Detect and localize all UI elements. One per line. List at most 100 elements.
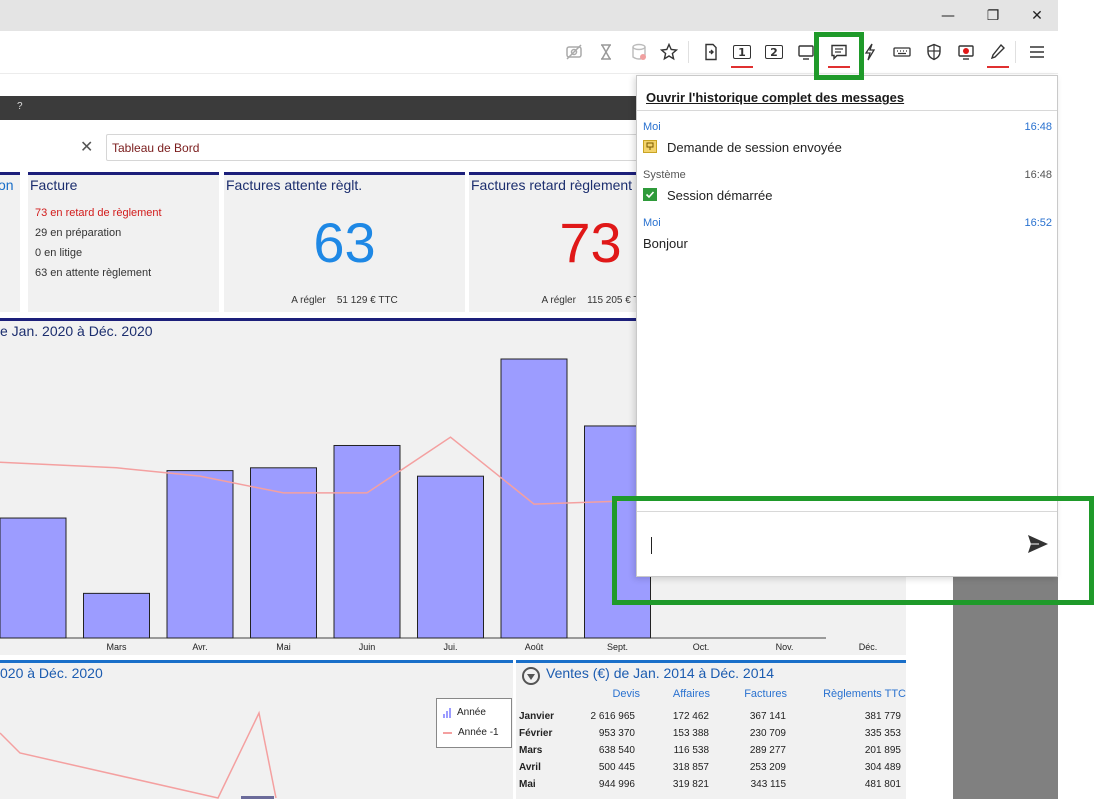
legend-item-annee: Année <box>443 707 486 718</box>
monitor-2-label: 2 <box>765 45 783 59</box>
retard-amount: 115 205 € T <box>587 295 640 306</box>
card-partial-title: on <box>0 177 14 193</box>
shield-icon[interactable] <box>921 39 947 65</box>
attente-footer: A régler 51 129 € TTC <box>224 295 465 306</box>
chart-bar <box>333 444 401 639</box>
table-cell: 153 388 <box>672 728 709 739</box>
table-cell: 289 277 <box>749 745 786 756</box>
line-swatch-icon <box>443 731 452 734</box>
facture-line[interactable]: 0 en litige <box>35 247 82 259</box>
chat-icon[interactable] <box>826 39 852 68</box>
facture-line[interactable]: 63 en attente règlement <box>35 267 151 279</box>
table-row-label: Avril <box>519 762 541 773</box>
monitor-1-icon[interactable]: 1 <box>729 39 755 68</box>
minimize-button[interactable]: — <box>925 0 971 31</box>
table-cell: 318 857 <box>672 762 709 773</box>
database-icon[interactable] <box>626 39 652 65</box>
hourglass-icon[interactable] <box>593 39 619 65</box>
table-cell: 343 115 <box>750 779 786 790</box>
message-input[interactable] <box>647 528 1017 562</box>
retard-label: A régler <box>541 295 576 306</box>
legend-label: Année -1 <box>458 727 499 738</box>
table-cell: 116 538 <box>673 745 709 756</box>
table-row-label: Janvier <box>519 711 555 722</box>
card-factures-attente[interactable]: Factures attente règlt. 63 A régler 51 1… <box>224 172 465 312</box>
help-label[interactable]: ? <box>17 101 23 112</box>
sales-table-title: Ventes (€) de Jan. 2014 à Déc. 2014 <box>546 665 775 681</box>
x-tick-label: Avr. <box>192 642 207 652</box>
x-tick-label: Juin <box>359 642 376 652</box>
chart-bar <box>0 517 67 639</box>
clear-search-icon[interactable]: ✕ <box>80 137 93 156</box>
table-cell: 500 445 <box>598 762 635 773</box>
send-icon <box>1028 535 1048 553</box>
open-history-link[interactable]: Ouvrir l'historique complet des messages <box>646 90 904 105</box>
keyboard-icon[interactable] <box>889 39 915 65</box>
collapse-toggle-icon[interactable] <box>522 667 540 685</box>
table-header: Devis <box>612 688 640 700</box>
attente-count: 63 <box>313 211 376 274</box>
table-cell: 367 141 <box>749 711 786 722</box>
monitor-2-icon[interactable]: 2 <box>761 39 787 65</box>
chart-line-series <box>0 710 277 799</box>
search-input[interactable]: Tableau de Bord <box>106 134 646 161</box>
divider <box>637 110 1057 111</box>
table-cell: 304 489 <box>864 762 901 773</box>
chart-bar <box>417 475 484 639</box>
table-cell: 253 209 <box>749 762 786 773</box>
chart-bar <box>500 358 568 639</box>
x-tick-label: Mars <box>107 642 127 652</box>
table-cell: 201 895 <box>864 745 901 756</box>
message-text: Session démarrée <box>667 188 773 203</box>
card-retard-title: Factures retard règlement <box>471 177 633 193</box>
title-bar: — ❐ ✕ <box>0 0 1058 31</box>
pen-icon[interactable] <box>985 39 1011 68</box>
table-header: Règlements TTC <box>823 688 906 700</box>
table-cell: 319 821 <box>672 779 709 790</box>
x-tick-label: Août <box>525 642 544 652</box>
card-facture[interactable]: Facture 73 en retard de règlement 29 en … <box>28 172 219 312</box>
toolbar-separator <box>1015 41 1016 63</box>
table-header: Affaires <box>672 688 710 700</box>
toolbar: 1 2 <box>0 31 1058 74</box>
facture-line[interactable]: 29 en préparation <box>35 227 121 239</box>
legend-label: Année <box>457 707 486 718</box>
facture-line[interactable]: 73 en retard de règlement <box>35 207 162 219</box>
x-tick-label: Oct. <box>693 642 710 652</box>
chart-bar <box>83 592 150 639</box>
message-time: 16:48 <box>1024 169 1052 181</box>
attente-amount: 51 129 € TTC <box>336 295 398 306</box>
file-transfer-icon[interactable] <box>698 39 724 65</box>
record-icon[interactable] <box>953 39 979 65</box>
card-partial: on <box>0 172 20 312</box>
table-cell: 481 801 <box>864 779 901 790</box>
table-cell: 638 540 <box>598 745 635 756</box>
x-tick-label: Mai <box>276 642 291 652</box>
message-text: Demande de session envoyée <box>667 140 842 155</box>
send-button[interactable] <box>1025 531 1051 557</box>
message-time: 16:48 <box>1024 121 1052 133</box>
lightning-icon[interactable] <box>857 39 883 65</box>
table-cell: 2 616 965 <box>590 711 636 722</box>
check-icon <box>643 188 657 201</box>
card-attente-title: Factures attente règlt. <box>226 177 363 193</box>
sales-table-panel: Ventes (€) de Jan. 2014 à Déc. 2014 Devi… <box>516 660 906 799</box>
menu-icon[interactable] <box>1024 39 1050 65</box>
x-tick-label: Nov. <box>776 642 794 652</box>
toolbar-separator <box>688 41 689 63</box>
card-factures-retard[interactable]: Factures retard règlement 73 A régler 11… <box>469 172 640 312</box>
table-cell: 230 709 <box>749 728 786 739</box>
restore-button[interactable]: ❐ <box>970 0 1016 31</box>
close-button[interactable]: ✕ <box>1014 0 1060 31</box>
screen: — ❐ ✕ 1 2 ? ✕ Tableau de Bord on Facture… <box>0 0 1094 799</box>
table-cell: 381 779 <box>864 711 901 722</box>
card-facture-title: Facture <box>30 177 78 193</box>
messages-panel: Ouvrir l'historique complet des messages… <box>636 75 1058 577</box>
legend-item-annee-prev: Année -1 <box>443 727 499 738</box>
eye-off-icon[interactable] <box>561 39 587 65</box>
star-icon[interactable] <box>656 39 682 65</box>
monitor-icon[interactable] <box>793 39 819 65</box>
chart-bar <box>166 470 234 639</box>
x-tick-label: Jui. <box>443 642 457 652</box>
session-request-icon <box>643 140 657 153</box>
